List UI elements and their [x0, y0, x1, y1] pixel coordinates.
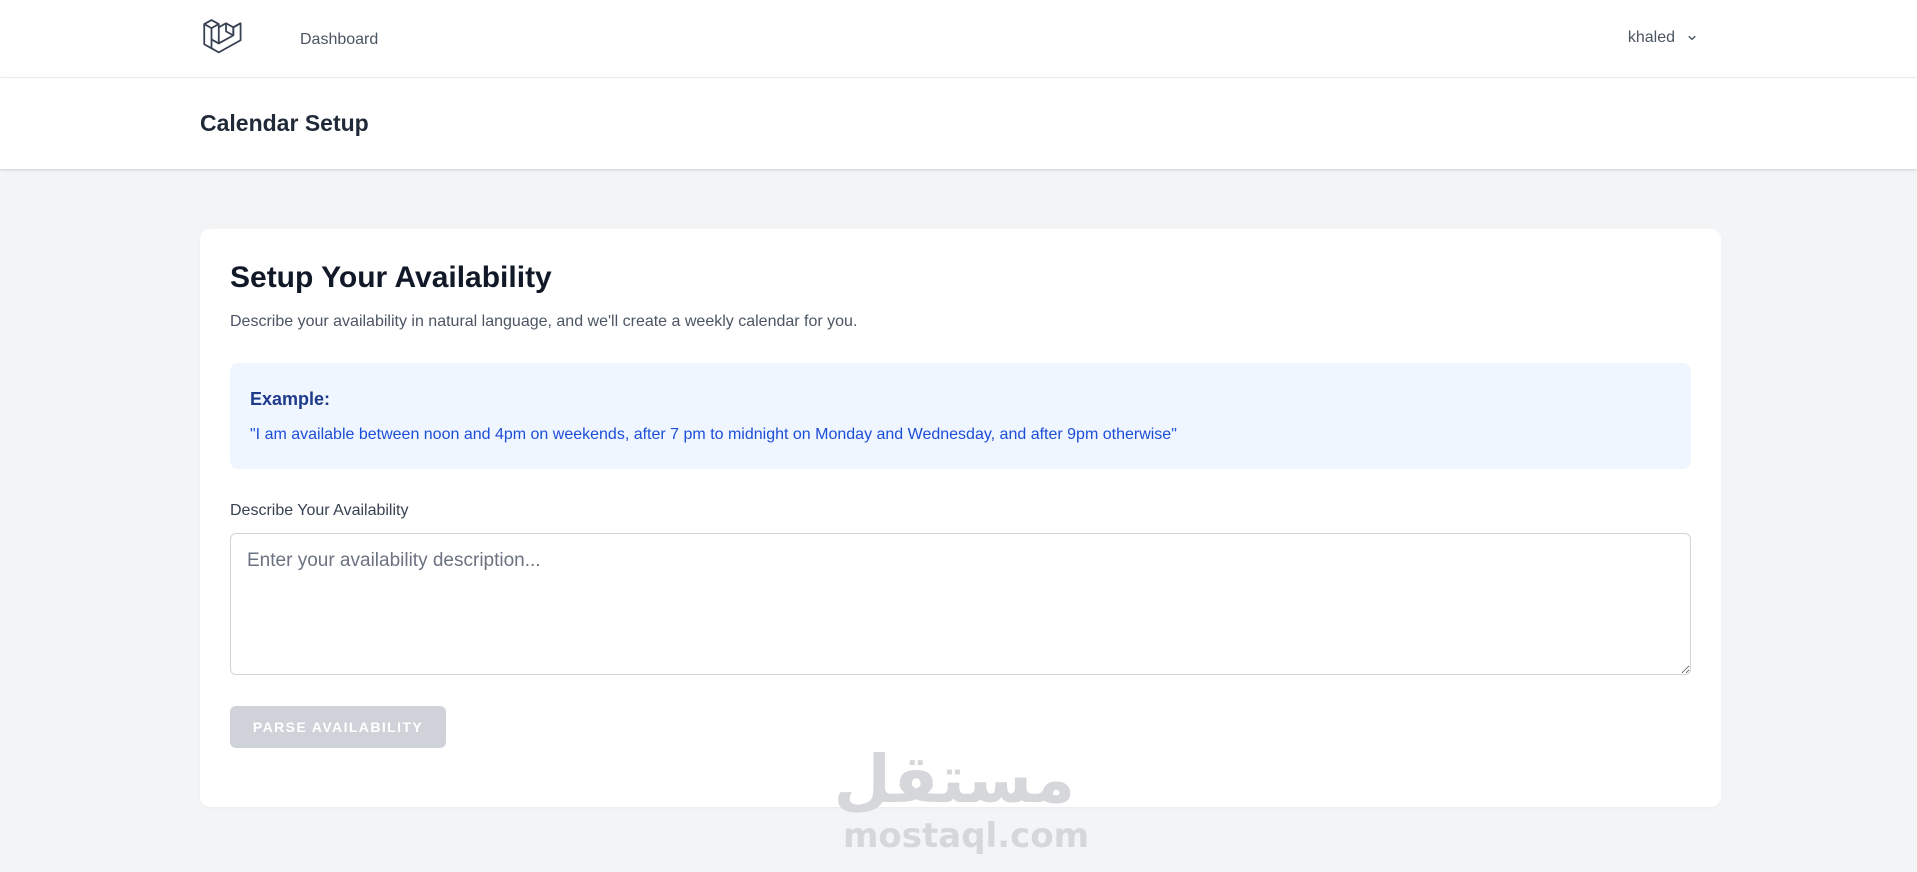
availability-field-label: Describe Your Availability: [230, 502, 409, 519]
page-header: Calendar Setup: [0, 78, 1917, 169]
parse-availability-button[interactable]: PARSE AVAILABILITY: [230, 706, 446, 748]
page-title: Calendar Setup: [200, 110, 369, 136]
nav-container: Dashboard khaled: [200, 0, 1717, 78]
user-name: khaled: [1627, 28, 1675, 46]
availability-description-input[interactable]: [230, 533, 1691, 675]
card-description: Describe your availability in natural la…: [230, 313, 858, 330]
card-title: Setup Your Availability: [230, 261, 552, 294]
chevron-down-icon: [1685, 31, 1699, 45]
laravel-logo-icon[interactable]: [200, 15, 244, 59]
example-text: "I am available between noon and 4pm on …: [250, 426, 1177, 443]
user-menu-dropdown[interactable]: khaled: [1628, 29, 1699, 47]
example-box: Example: "I am available between noon an…: [230, 363, 1691, 469]
watermark-latin-text: mostaql.com: [843, 816, 1090, 856]
top-navigation: Dashboard khaled: [0, 0, 1917, 78]
nav-dashboard-link[interactable]: Dashboard: [300, 31, 378, 49]
availability-card: Setup Your Availability Describe your av…: [200, 229, 1721, 807]
example-title: Example:: [250, 389, 331, 409]
